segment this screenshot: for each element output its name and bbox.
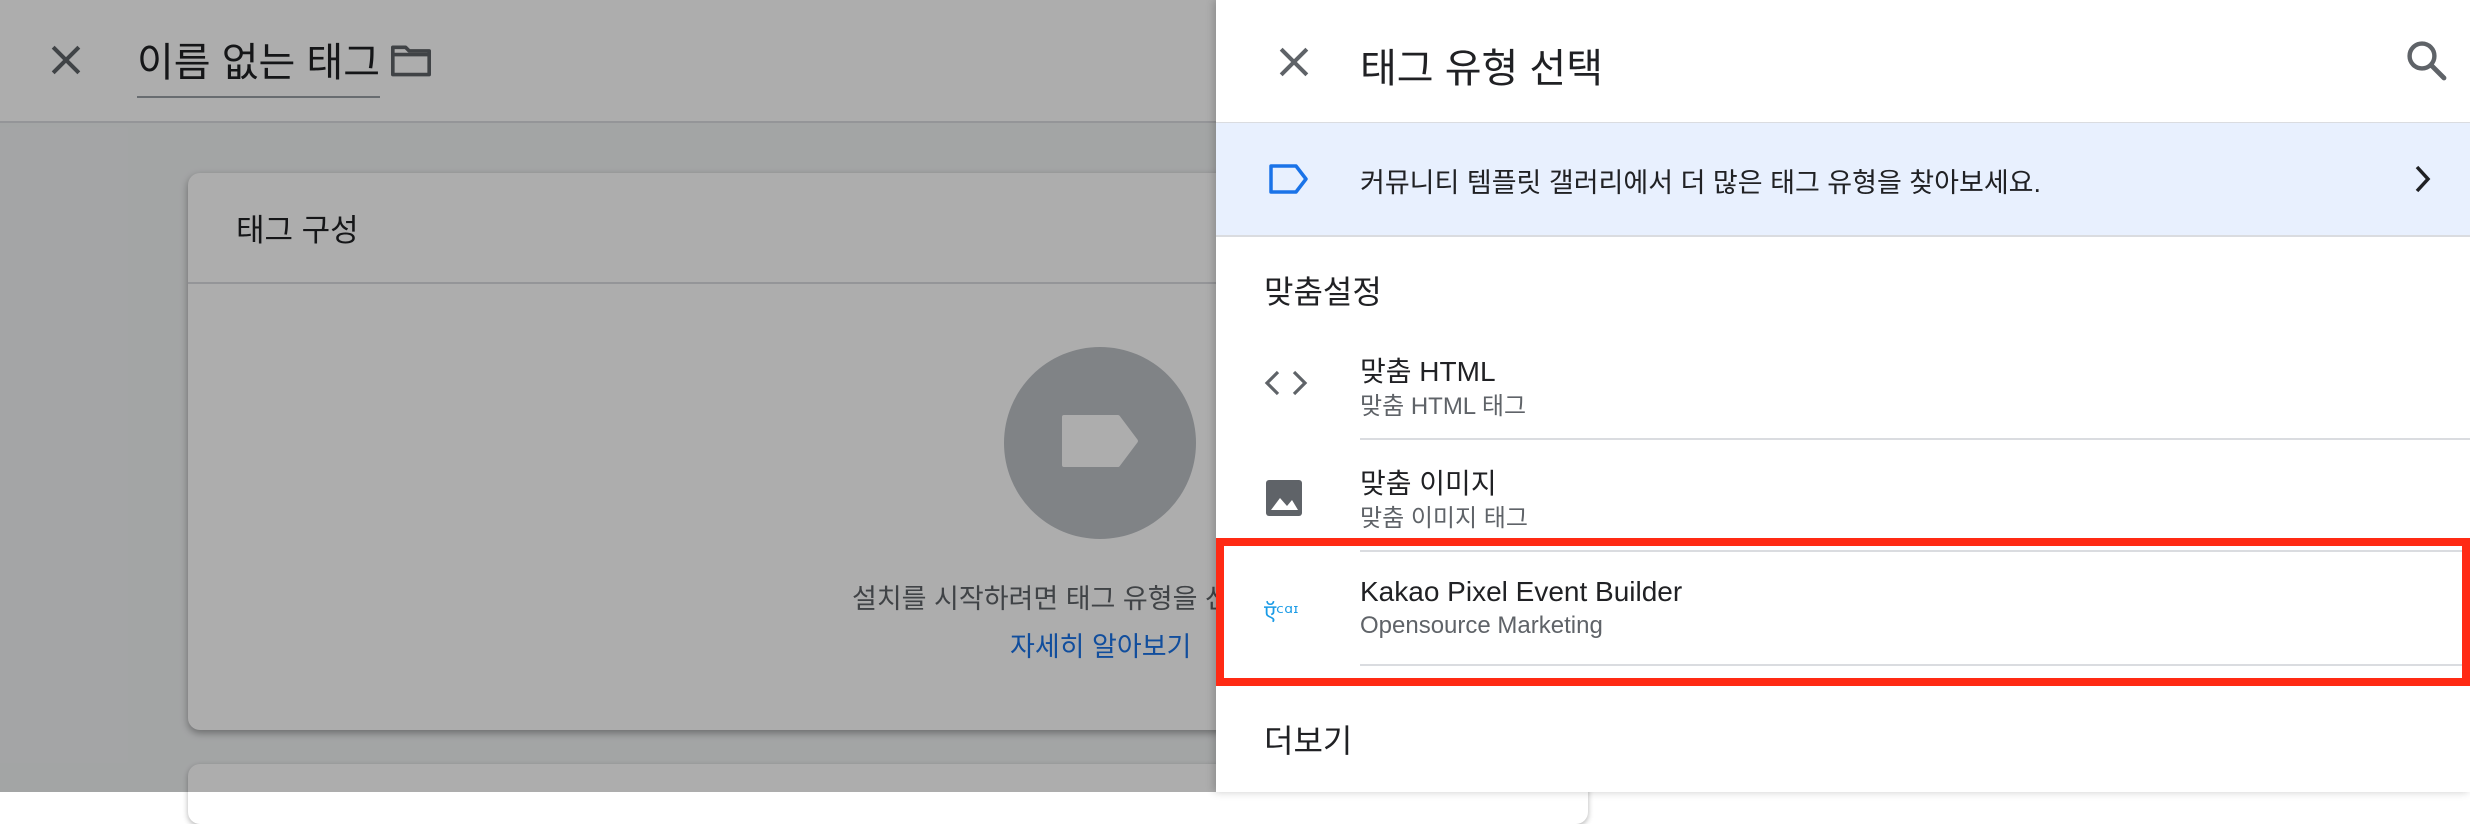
community-gallery-banner[interactable]: 커뮤니티 템플릿 갤러리에서 더 많은 태그 유형을 찾아보세요. xyxy=(1216,122,2470,237)
search-icon[interactable] xyxy=(2402,36,2450,84)
modal-scrim[interactable] xyxy=(0,0,1216,792)
tag-type-custom-html[interactable]: 맞춤 HTML 맞춤 HTML 태그 xyxy=(1216,330,2470,440)
tag-type-custom-image[interactable]: 맞춤 이미지 맞춤 이미지 태그 xyxy=(1216,442,2470,552)
tag-type-panel: 태그 유형 선택 커뮤니티 템플릿 갤러리에서 더 많은 태그 유형을 찾아보세… xyxy=(1216,0,2470,792)
section-more-label: 더보기 xyxy=(1264,723,1353,759)
item-name: 맞춤 HTML xyxy=(1360,356,1496,387)
close-icon[interactable] xyxy=(1272,40,1316,84)
code-icon xyxy=(1264,370,1308,396)
panel-title: 태그 유형 선택 xyxy=(1360,47,1604,91)
section-custom-label: 맞춤설정 xyxy=(1264,274,1382,310)
image-icon xyxy=(1266,480,1302,516)
chevron-right-icon xyxy=(2415,165,2431,193)
tag-outline-icon xyxy=(1269,164,1308,194)
panel-header: 태그 유형 선택 xyxy=(1216,0,2470,122)
item-name: Kakao Pixel Event Builder xyxy=(1360,576,1683,607)
kakao-logo-icon: ऍᶜᵅᶦ xyxy=(1264,600,1299,626)
item-subtitle: 맞춤 이미지 태그 xyxy=(1360,505,1528,532)
item-name: 맞춤 이미지 xyxy=(1360,468,1497,499)
tag-type-kakao-pixel-event-builder[interactable]: ऍᶜᵅᶦ Kakao Pixel Event Builder Opensourc… xyxy=(1216,554,2470,666)
item-divider xyxy=(1360,664,2470,666)
svg-text:ऍᶜᵅᶦ: ऍᶜᵅᶦ xyxy=(1264,600,1299,626)
item-divider xyxy=(1360,438,2470,440)
item-subtitle: 맞춤 HTML 태그 xyxy=(1360,393,1527,420)
banner-text: 커뮤니티 템플릿 갤러리에서 더 많은 태그 유형을 찾아보세요. xyxy=(1360,168,2042,198)
item-divider xyxy=(1360,550,2470,552)
item-subtitle: Opensource Marketing xyxy=(1360,612,1603,639)
